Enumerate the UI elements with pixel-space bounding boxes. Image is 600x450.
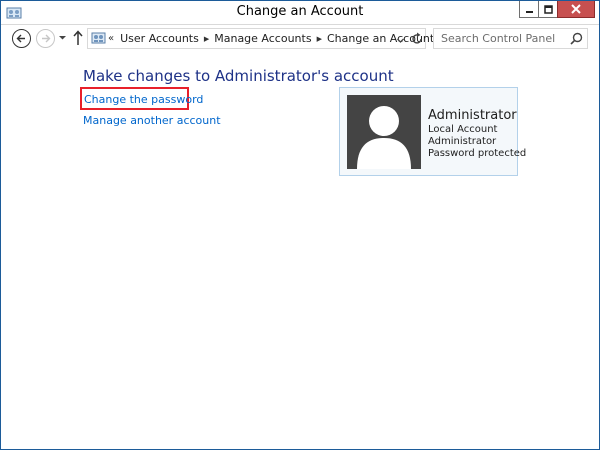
search-box[interactable]: Search Control Panel [433, 28, 588, 49]
account-name: Administrator [428, 108, 517, 123]
user-silhouette-icon [357, 106, 411, 169]
breadcrumb-item-user-accounts[interactable]: User Accounts [120, 32, 199, 45]
refresh-icon [412, 32, 422, 44]
breadcrumb: « User Accounts ▶ Manage Accounts ▶ Chan… [108, 32, 434, 45]
avatar [347, 95, 421, 169]
window: Change an Account « User Accounts ▶ Mana… [0, 0, 600, 450]
change-password-link[interactable]: Change the password [84, 93, 203, 106]
account-type: Local Account [428, 124, 498, 135]
maximize-icon [543, 4, 553, 14]
close-icon [571, 4, 581, 14]
account-role: Administrator [428, 136, 497, 147]
breadcrumb-overflow[interactable]: « [108, 33, 114, 44]
navigation-bar: « User Accounts ▶ Manage Accounts ▶ Chan… [1, 25, 599, 51]
page-heading: Make changes to Administrator's account [83, 67, 394, 85]
account-password-status: Password protected [428, 148, 527, 159]
control-panel-icon [91, 31, 106, 46]
up-arrow-icon [73, 30, 83, 45]
back-button[interactable] [12, 29, 31, 48]
forward-button[interactable] [36, 29, 55, 48]
forward-arrow-icon [42, 34, 51, 43]
refresh-button[interactable] [411, 32, 423, 45]
search-icon[interactable] [570, 32, 583, 45]
minimize-icon [525, 10, 533, 13]
search-input[interactable]: Search Control Panel [441, 32, 555, 45]
recent-locations-button[interactable] [58, 33, 67, 42]
breadcrumb-separator-icon[interactable]: ▶ [204, 35, 209, 43]
back-arrow-icon [16, 34, 25, 43]
title-bar[interactable]: Change an Account [1, 1, 599, 25]
close-button[interactable] [557, 1, 595, 18]
breadcrumb-separator-icon[interactable]: ▶ [317, 35, 322, 43]
address-bar[interactable]: « User Accounts ▶ Manage Accounts ▶ Chan… [87, 28, 434, 49]
chevron-down-icon [397, 38, 404, 43]
chevron-down-icon [59, 36, 66, 40]
breadcrumb-item-manage-accounts[interactable]: Manage Accounts [214, 32, 311, 45]
manage-another-account-link[interactable]: Manage another account [83, 114, 221, 127]
maximize-button[interactable] [538, 1, 557, 18]
up-button[interactable] [72, 29, 84, 47]
window-title: Change an Account [236, 4, 364, 19]
address-dropdown-button[interactable] [396, 34, 405, 43]
account-card: Administrator Local Account Administrato… [339, 87, 526, 176]
minimize-button[interactable] [519, 1, 538, 18]
